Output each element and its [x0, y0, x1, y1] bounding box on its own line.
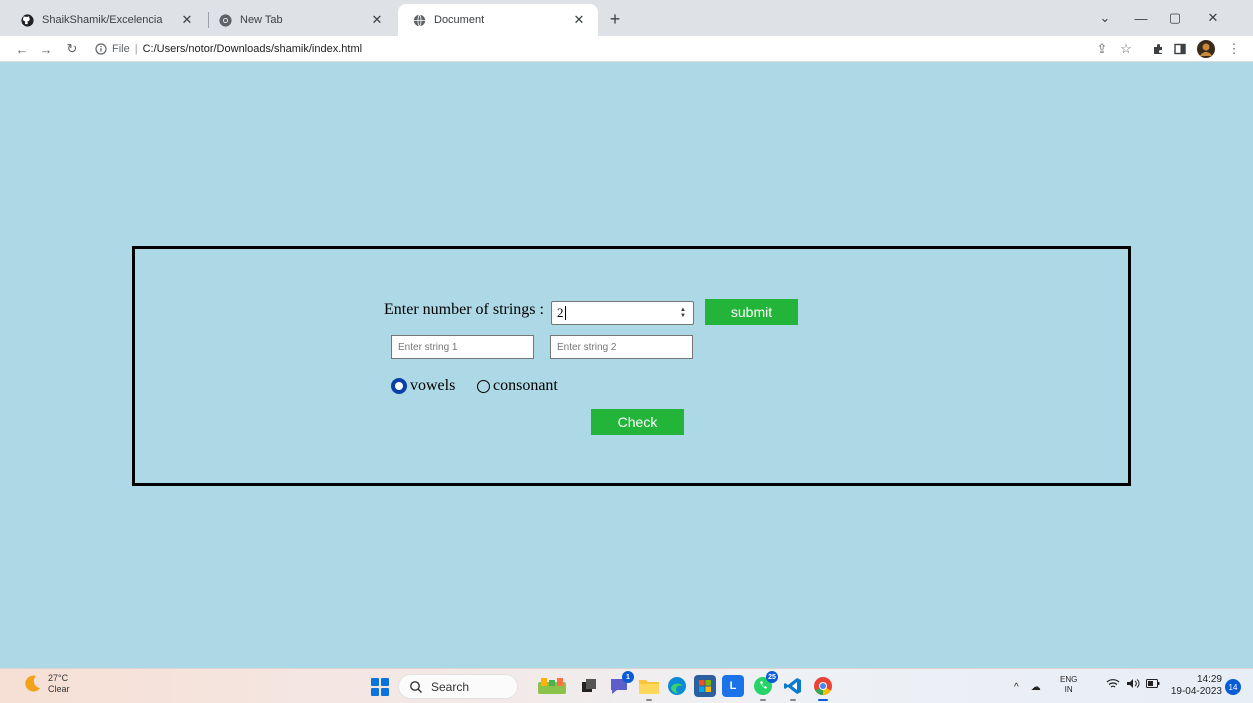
weather-widget[interactable]: 27°C Clear — [22, 673, 70, 695]
tab-title: Document — [434, 14, 485, 26]
back-arrow-icon[interactable]: ← — [12, 39, 32, 59]
close-icon[interactable]: ✕ — [368, 11, 386, 29]
radio-selected-icon[interactable] — [391, 378, 407, 394]
running-indicator — [790, 699, 796, 701]
form-panel: Enter number of strings : 2 ▲ ▼ submit En… — [132, 246, 1131, 486]
radio-consonant[interactable]: consonant — [477, 377, 558, 395]
string-2-input[interactable]: Enter string 2 — [550, 335, 693, 359]
microsoft-store-icon[interactable] — [694, 675, 716, 697]
spinner-arrows-icon[interactable]: ▲ ▼ — [679, 306, 687, 320]
globe-icon — [412, 13, 426, 27]
chevron-up-icon[interactable]: ^ — [1014, 682, 1019, 693]
chevron-down-icon[interactable]: ⌄ — [1092, 6, 1118, 30]
count-label: Enter number of strings : — [384, 301, 544, 318]
running-indicator — [760, 699, 766, 701]
window-close-icon[interactable]: ✕ — [1200, 6, 1226, 30]
tab-title: ShaikShamik/Excelencia — [42, 14, 163, 26]
chrome-taskbar-icon[interactable] — [812, 675, 834, 701]
system-tray: ^ ☁ — [1014, 673, 1041, 701]
page-viewport: Enter number of strings : 2 ▲ ▼ submit En… — [0, 62, 1253, 668]
profile-avatar-icon[interactable] — [1196, 39, 1216, 59]
bookmark-star-icon[interactable]: ☆ — [1116, 39, 1136, 59]
weather-temp: 27°C — [48, 673, 69, 683]
browser-toolbar: ← → ↻ File | C:/Users/notor/Downloads/sh… — [0, 36, 1253, 62]
url-text: C:/Users/notor/Downloads/shamik/index.ht… — [142, 43, 363, 55]
url-scheme-label: File — [112, 43, 130, 55]
running-indicator — [818, 699, 828, 701]
app-l-icon[interactable]: L — [722, 675, 744, 697]
share-icon[interactable]: ⇪ — [1092, 39, 1112, 59]
notification-badge[interactable]: 14 — [1225, 679, 1241, 695]
running-indicator — [646, 699, 652, 701]
weather-condition: Clear — [48, 684, 70, 694]
radio-unselected-icon[interactable] — [477, 379, 490, 393]
submit-button[interactable]: submit — [705, 299, 798, 325]
file-explorer-icon[interactable] — [638, 675, 660, 701]
minimize-icon[interactable]: — — [1128, 6, 1154, 30]
onedrive-cloud-icon[interactable]: ☁ — [1031, 682, 1041, 693]
edge-browser-icon[interactable] — [666, 675, 688, 697]
tab-new-tab[interactable]: New Tab ✕ — [204, 4, 396, 36]
radio-label: consonant — [493, 377, 558, 394]
github-icon — [20, 13, 34, 27]
battery-icon — [1146, 679, 1160, 691]
text-caret — [564, 306, 566, 320]
forward-arrow-icon[interactable]: → — [36, 39, 56, 59]
clock-date: 19-04-2023 — [1170, 686, 1222, 697]
widget-game-icon[interactable] — [536, 675, 568, 697]
teams-chat-icon[interactable]: 1 — [608, 671, 634, 697]
taskbar: 27°C Clear Search 1 L 25 ^ ☁ ENG IN 14:2… — [0, 668, 1253, 703]
check-button[interactable]: Check — [591, 409, 684, 435]
moon-icon — [25, 675, 40, 692]
vscode-icon[interactable] — [782, 675, 804, 701]
search-label: Search — [431, 679, 470, 694]
windows-start-icon[interactable] — [371, 678, 389, 696]
clock[interactable]: 14:29 19-04-2023 — [1168, 674, 1222, 698]
volume-icon — [1126, 678, 1140, 692]
quick-settings[interactable] — [1106, 678, 1160, 692]
task-view-icon[interactable] — [578, 675, 600, 697]
language-code: ENG — [1060, 675, 1078, 684]
menu-kebab-icon[interactable]: ⋮ — [1224, 39, 1244, 59]
count-value: 2 — [557, 305, 564, 320]
taskbar-search[interactable]: Search — [398, 674, 518, 699]
url-separator: | — [134, 43, 138, 55]
tab-document[interactable]: Document ✕ — [398, 4, 598, 36]
search-icon — [410, 680, 422, 693]
info-icon[interactable] — [94, 42, 108, 56]
clock-time: 14:29 — [1196, 674, 1222, 685]
language-indicator[interactable]: ENG IN — [1060, 675, 1077, 695]
radio-vowels[interactable]: vowels — [391, 377, 455, 395]
string-1-input[interactable]: Enter string 1 — [391, 335, 534, 359]
tab-bar: ShaikShamik/Excelencia ✕ New Tab ✕ Docum… — [0, 0, 1253, 36]
side-panel-icon[interactable] — [1170, 39, 1190, 59]
string-count-input[interactable]: 2 ▲ ▼ — [551, 301, 694, 325]
teams-badge: 1 — [622, 671, 634, 683]
extensions-icon[interactable] — [1148, 39, 1168, 59]
region-code: IN — [1064, 685, 1073, 694]
chrome-icon — [218, 13, 232, 27]
restore-icon[interactable]: ▢ — [1162, 6, 1188, 30]
radio-label: vowels — [410, 377, 456, 394]
whatsapp-icon[interactable]: 25 — [752, 671, 778, 701]
close-icon[interactable]: ✕ — [570, 11, 588, 29]
tab-github[interactable]: ShaikShamik/Excelencia ✕ — [6, 4, 206, 36]
new-tab-button[interactable]: + — [604, 8, 626, 30]
whatsapp-badge: 25 — [766, 671, 778, 683]
wifi-icon — [1106, 678, 1120, 692]
close-icon[interactable]: ✕ — [178, 11, 196, 29]
tab-title: New Tab — [240, 14, 283, 26]
reload-icon[interactable]: ↻ — [62, 39, 82, 59]
address-bar[interactable]: File | C:/Users/notor/Downloads/shamik/i… — [94, 38, 1084, 60]
